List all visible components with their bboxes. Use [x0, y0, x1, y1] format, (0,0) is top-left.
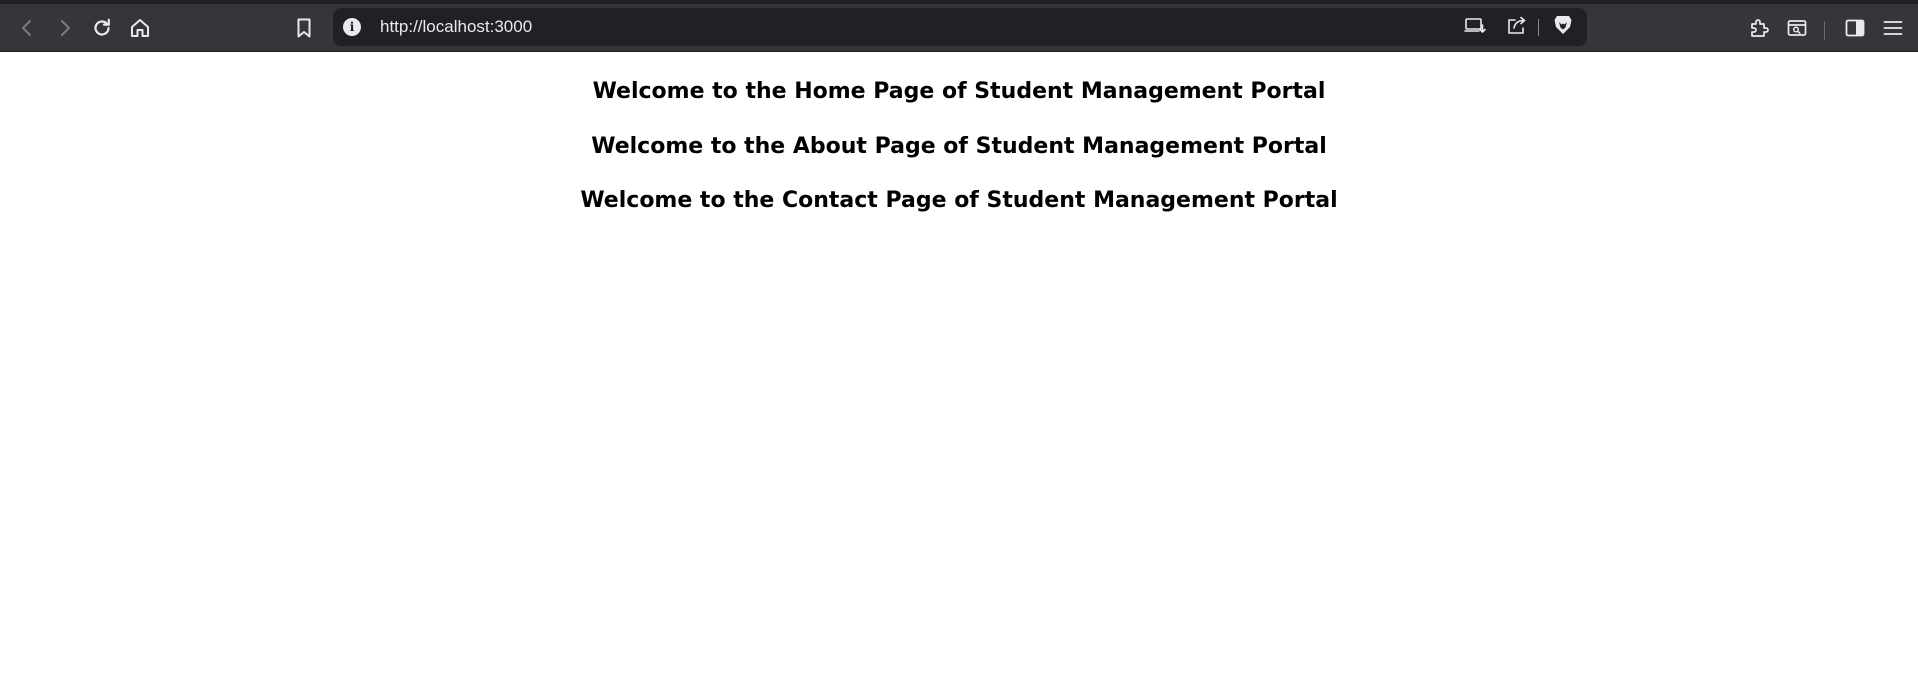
- forward-arrow-icon: [55, 18, 75, 38]
- home-icon: [129, 17, 151, 39]
- menu-icon: [1882, 17, 1904, 39]
- menu-button[interactable]: [1878, 13, 1908, 43]
- back-arrow-icon: [17, 18, 37, 38]
- address-bar[interactable]: i http://localhost:3000: [333, 8, 1587, 46]
- sidebar-button[interactable]: [1840, 13, 1870, 43]
- url-text[interactable]: http://localhost:3000: [380, 17, 532, 37]
- back-button[interactable]: [12, 13, 42, 43]
- home-button[interactable]: [125, 13, 155, 43]
- extensions-button[interactable]: [1744, 13, 1774, 43]
- contact-heading: Welcome to the Contact Page of Student M…: [580, 188, 1338, 213]
- about-heading: Welcome to the About Page of Student Man…: [591, 134, 1327, 159]
- url-bar-divider: [1538, 19, 1539, 36]
- toolbar-divider: [1824, 21, 1825, 40]
- bookmark-icon: [294, 17, 314, 39]
- tab-search-button[interactable]: [1782, 13, 1812, 43]
- extensions-icon: [1748, 17, 1770, 39]
- sidebar-icon: [1844, 17, 1866, 39]
- home-heading: Welcome to the Home Page of Student Mana…: [592, 79, 1326, 104]
- page-content: Welcome to the Home Page of Student Mana…: [0, 52, 1918, 695]
- share-icon: [1506, 15, 1528, 40]
- tab-search-icon: [1786, 17, 1808, 39]
- reload-button[interactable]: [87, 13, 117, 43]
- bookmark-button[interactable]: [289, 13, 319, 43]
- install-app-icon: [1464, 15, 1486, 40]
- reload-icon: [91, 17, 113, 39]
- brave-shields-button[interactable]: [1549, 13, 1577, 41]
- info-icon[interactable]: i: [343, 18, 361, 36]
- brave-shield-icon: [1553, 14, 1573, 41]
- install-app-button[interactable]: [1461, 13, 1489, 41]
- forward-button[interactable]: [50, 13, 80, 43]
- browser-toolbar: i http://localhost:3000: [0, 0, 1918, 52]
- share-button[interactable]: [1503, 13, 1531, 41]
